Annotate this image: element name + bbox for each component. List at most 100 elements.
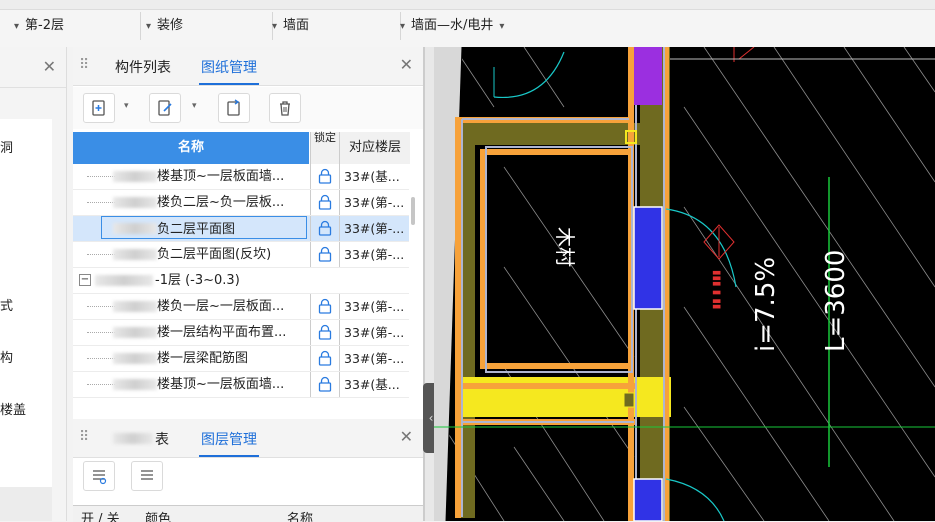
lock-icon <box>318 220 332 236</box>
lock-icon <box>318 350 332 366</box>
lock-cell[interactable] <box>310 242 339 267</box>
column-header-floor[interactable]: 对应楼层 <box>339 132 410 164</box>
layers-icon <box>141 470 153 480</box>
drawing-floor: 33#(第-... <box>339 294 409 319</box>
chevron-down-icon[interactable]: ▾ <box>192 101 197 111</box>
table-row[interactable]: 楼基顶~一层板面墙... 33#(基... <box>73 164 409 190</box>
drag-grip-icon[interactable]: ⠿ <box>79 429 89 445</box>
component-tree-panel: ✕ 洞 式 构 楼盖 <box>0 47 67 521</box>
lock-icon <box>318 298 332 314</box>
chevron-down-icon[interactable]: ▾ <box>124 101 129 111</box>
tab-drawing-management[interactable]: 图纸管理 <box>199 57 259 85</box>
table-scrollbar[interactable] <box>411 197 415 225</box>
drawing-table: 名称 锁定 对应楼层 楼基顶~一层板面墙... 33#(基... 楼负二层~负一… <box>73 132 410 412</box>
show-layers-button[interactable] <box>83 461 115 491</box>
component-tree-header: ✕ <box>0 47 66 88</box>
lock-cell[interactable] <box>310 372 339 397</box>
lock-cell[interactable] <box>310 216 339 241</box>
hide-layers-button[interactable] <box>131 461 163 491</box>
drawing-floor: 33#(基... <box>339 164 409 189</box>
lock-cell[interactable] <box>310 190 339 215</box>
tab-component-list[interactable]: 构件列表 <box>115 57 171 77</box>
tree-item[interactable]: 式 <box>0 295 13 314</box>
table-row[interactable]: 楼负二层~负一层板... 33#(第-... <box>73 190 409 216</box>
layer-panel-tabs: ⠿ 表 图层管理 ✕ <box>73 419 423 458</box>
drawing-name: 负二层平面图(反坎) <box>157 247 272 262</box>
table-header: 名称 锁定 对应楼层 <box>73 132 410 164</box>
redacted-text <box>113 379 157 390</box>
redacted-text <box>113 223 157 234</box>
table-row[interactable]: 楼一层结构平面布置... 33#(第-... <box>73 320 409 346</box>
lock-icon <box>318 376 332 392</box>
top-toolbar: ▾ 第-2层 ▾ 装修 ▾ 墙面 ▾ 墙面—水/电井 ▾ <box>0 0 935 47</box>
edit-drawing-button[interactable] <box>149 93 181 123</box>
tree-item[interactable]: 构 <box>0 347 13 366</box>
material-label: 木村 <box>553 227 577 267</box>
lock-cell[interactable] <box>310 346 339 371</box>
chevron-down-icon: ▾ <box>14 21 20 32</box>
type-combo[interactable]: ▾ 墙面 <box>272 12 401 40</box>
drawing-name: 楼一层梁配筋图 <box>157 351 249 366</box>
redacted-text <box>113 249 157 260</box>
left-panel-footer <box>0 487 52 521</box>
column-header-color[interactable]: 颜色 <box>145 508 171 522</box>
table-row[interactable]: 楼负一层~一层板面... 33#(第-... <box>73 294 409 320</box>
drawing-floor: 33#(第-... <box>339 320 409 345</box>
table-row[interactable]: 楼基顶~一层板面墙... 33#(基... <box>73 372 409 398</box>
table-row[interactable]: 负二层平面图(反坎) 33#(第-... <box>73 242 409 268</box>
refresh-drawing-icon <box>227 99 240 116</box>
drag-grip-icon[interactable]: ⠿ <box>79 57 89 73</box>
cad-drawing-canvas[interactable]: ▮▮▮ ▮ ▮▮ 木村 i=7.5% L=3600 <box>434 47 935 521</box>
floor-combo[interactable]: ▾ 第-2层 <box>0 12 141 40</box>
subtype-combo[interactable]: ▾ 墙面—水/电井 ▾ <box>400 12 530 40</box>
lock-cell[interactable] <box>310 294 339 319</box>
table-group-row[interactable]: − -1层 (-3~0.3) <box>73 268 409 294</box>
tree-item[interactable]: 洞 <box>0 137 13 156</box>
collapse-icon[interactable]: − <box>79 274 91 286</box>
redacted-text <box>113 197 157 208</box>
table-row-selected[interactable]: 负二层平面图 33#(第-... <box>73 216 409 242</box>
lock-cell[interactable] <box>310 164 339 189</box>
tab-table[interactable]: 表 <box>155 429 169 449</box>
tree-item[interactable]: 楼盖 <box>0 399 26 418</box>
subtype-combo-label: 墙面—水/电井 <box>411 18 494 33</box>
svg-text:▮▮▮ ▮ ▮▮: ▮▮▮ ▮ ▮▮ <box>711 270 722 309</box>
type-combo-label: 墙面 <box>283 18 310 33</box>
redacted-text <box>113 327 157 338</box>
redacted-text <box>95 275 153 286</box>
layer-toolbar <box>73 461 423 501</box>
tab-layer-management[interactable]: 图层管理 <box>199 429 259 457</box>
redacted-text <box>113 433 153 444</box>
chevron-down-icon: ▾ <box>400 21 406 32</box>
column-header-layer-name[interactable]: 名称 <box>287 508 313 522</box>
column-header-lock[interactable]: 锁定 <box>310 132 339 164</box>
table-row[interactable]: 楼一层梁配筋图 33#(第-... <box>73 346 409 372</box>
redacted-text <box>113 353 157 364</box>
close-icon[interactable]: ✕ <box>400 427 413 446</box>
refresh-drawing-button[interactable] <box>218 93 250 123</box>
drawing-management-panel: ⠿ 构件列表 图纸管理 ✕ ▾ ▾ 名称 锁定 对应楼层 楼基顶~一层板面墙..… <box>73 47 424 522</box>
add-drawing-icon <box>92 100 105 116</box>
chevron-down-icon: ▾ <box>272 21 278 32</box>
floor-combo-label: 第-2层 <box>25 18 64 33</box>
lock-icon <box>318 246 332 262</box>
drawing-toolbar: ▾ ▾ <box>73 87 423 129</box>
column-header-name[interactable]: 名称 <box>73 132 309 164</box>
toolbar-strip <box>0 0 935 10</box>
column-header-onoff[interactable]: 开 / 关 <box>81 508 120 522</box>
slope-label: i=7.5% <box>751 257 781 352</box>
chevron-left-icon: ‹ <box>428 411 434 425</box>
chevron-down-icon: ▾ <box>499 21 505 32</box>
close-icon[interactable]: ✕ <box>400 55 413 74</box>
chevron-down-icon: ▾ <box>146 21 152 32</box>
door-arc <box>665 478 725 521</box>
lock-cell[interactable] <box>310 320 339 345</box>
edit-drawing-icon <box>158 100 172 116</box>
close-icon[interactable]: ✕ <box>43 57 56 76</box>
drawing-panel-tabs: ⠿ 构件列表 图纸管理 ✕ <box>73 47 423 86</box>
add-drawing-button[interactable] <box>83 93 115 123</box>
category-combo[interactable]: ▾ 装修 <box>140 12 273 40</box>
delete-drawing-button[interactable] <box>269 93 301 123</box>
category-combo-label: 装修 <box>157 18 184 33</box>
drawing-name: 楼负一层~一层板面... <box>157 299 285 314</box>
